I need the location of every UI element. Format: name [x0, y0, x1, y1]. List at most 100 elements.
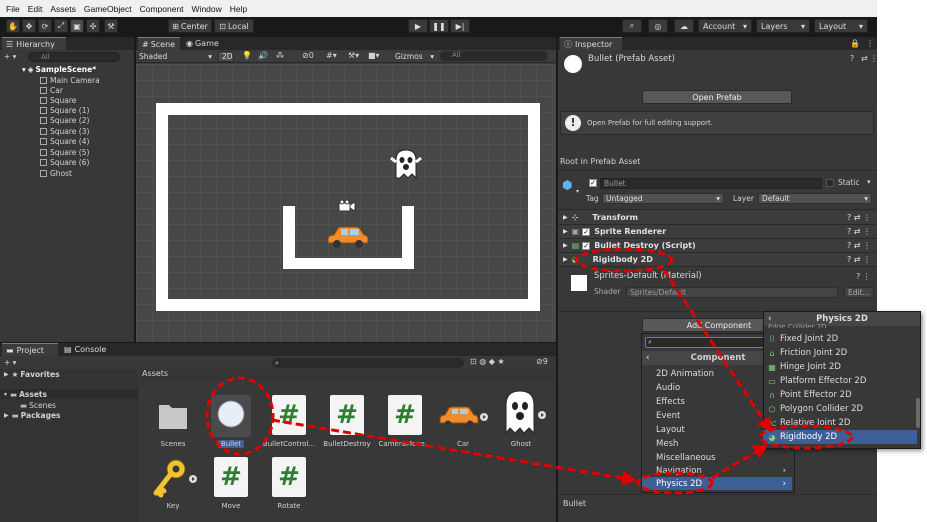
- wall-left[interactable]: [156, 103, 168, 311]
- asset-ghost[interactable]: Ghost: [492, 389, 550, 448]
- packages-item[interactable]: ▶ ▬ Packages: [4, 410, 61, 420]
- tab-console[interactable]: ▤ Console: [60, 343, 112, 356]
- menu-item-friction-joint-2d[interactable]: ⌂ Friction Joint 2D: [763, 346, 917, 360]
- menu-item-platform-effector-2d[interactable]: ▭ Platform Effector 2D: [763, 374, 917, 388]
- layout-dropdown[interactable]: Layout ▾: [814, 19, 868, 33]
- favorites-item[interactable]: ▶ ★ Favorites: [4, 369, 60, 379]
- menu-gameobject[interactable]: GameObject: [84, 4, 132, 14]
- component-menu-icon[interactable]: ? ⇄ ⋮: [847, 255, 871, 264]
- breadcrumb-assets[interactable]: Assets: [142, 369, 168, 378]
- transform-tool-icon[interactable]: ✣: [86, 19, 100, 33]
- menu-item-fixed-joint-2d[interactable]: ⌷ Fixed Joint 2D: [763, 332, 917, 346]
- hierarchy-item[interactable]: Square (3): [40, 126, 89, 136]
- play-button[interactable]: ▶: [408, 19, 428, 33]
- asset-key[interactable]: Key: [144, 457, 202, 510]
- tab-scene[interactable]: # Scene: [138, 37, 180, 50]
- component-menu-icon[interactable]: ? ⇄ ⋮: [847, 227, 871, 236]
- hierarchy-item[interactable]: Square (2): [40, 115, 89, 125]
- tag-dropdown[interactable]: Untagged ▾: [602, 193, 724, 204]
- pause-button[interactable]: ❚❚: [429, 19, 449, 33]
- scene-root[interactable]: ▾ ◈ SampleScene*: [22, 64, 96, 74]
- hierarchy-item[interactable]: Ghost: [40, 168, 72, 178]
- help-icon[interactable]: ?: [850, 54, 854, 63]
- component-transform[interactable]: ▶ ⊹ Transform ? ⇄ ⋮: [559, 211, 877, 225]
- scenes-folder-item[interactable]: ▬ Scenes: [20, 400, 56, 410]
- car-sprite[interactable]: [326, 225, 370, 249]
- rect-tool-icon[interactable]: ▣: [70, 19, 84, 33]
- camera-gizmo-icon[interactable]: [338, 200, 356, 212]
- menu-item-hinge-joint-2d[interactable]: ▦ Hinge Joint 2D: [763, 360, 917, 374]
- static-checkbox[interactable]: [826, 179, 834, 187]
- shader-dropdown[interactable]: Sprites/Default: [626, 287, 838, 298]
- shading-dropdown[interactable]: Shaded ▾: [136, 51, 214, 62]
- menu-window[interactable]: Window: [192, 4, 222, 14]
- open-prefab-button[interactable]: Open Prefab: [642, 90, 792, 104]
- tab-inspector[interactable]: ⓘ Inspector: [560, 37, 622, 50]
- settings-icon[interactable]: ⇄: [861, 54, 868, 63]
- asset-bullet[interactable]: Bullet: [202, 395, 260, 448]
- wall-bottom[interactable]: [156, 299, 540, 311]
- step-button[interactable]: ▶|: [450, 19, 470, 33]
- menu-item-relative-joint-2d[interactable]: ⌥ Relative Joint 2D: [763, 416, 917, 430]
- account-dropdown[interactable]: Account ▾: [698, 19, 752, 33]
- custom-tool-icon[interactable]: ⚒: [104, 19, 118, 33]
- collab-icon[interactable]: ◎: [648, 19, 668, 33]
- menu-item-navigation[interactable]: Navigation ›: [642, 464, 792, 477]
- active-checkbox[interactable]: ✓: [589, 179, 597, 187]
- search-icon[interactable]: ⌕: [622, 19, 642, 33]
- component-menu-icon[interactable]: ? ⇄ ⋮: [847, 213, 871, 222]
- tab-game[interactable]: ◉ Game: [182, 37, 226, 50]
- scale-tool-icon[interactable]: ⤢: [54, 19, 68, 33]
- asset-move[interactable]: # Move: [202, 457, 260, 510]
- menu-item-physics-2d[interactable]: Physics 2D ›: [642, 477, 792, 490]
- square-u-bottom[interactable]: [283, 258, 414, 269]
- grid-icon[interactable]: #▾: [326, 51, 337, 60]
- hierarchy-search-input[interactable]: All: [28, 52, 120, 62]
- effects-icon[interactable]: ⁂: [276, 51, 284, 60]
- hierarchy-item[interactable]: Square: [40, 95, 76, 105]
- component-enabled-checkbox[interactable]: ✓: [582, 241, 591, 250]
- hand-tool-icon[interactable]: ✋: [6, 19, 20, 33]
- menu-assets[interactable]: Assets: [50, 4, 76, 14]
- hierarchy-item[interactable]: Square (6): [40, 157, 89, 167]
- move-tool-icon[interactable]: ✥: [22, 19, 36, 33]
- menu-edit[interactable]: Edit: [28, 4, 43, 14]
- menu-item-rigidbody-2d[interactable]: ◕ Rigidbody 2D: [763, 430, 917, 444]
- hierarchy-item[interactable]: Main Camera: [40, 75, 100, 85]
- component-menu-icon[interactable]: ? ⇄ ⋮: [847, 241, 871, 250]
- menu-item-miscellaneous[interactable]: Miscellaneous: [642, 451, 792, 464]
- shader-edit-button[interactable]: Edit...: [844, 287, 874, 298]
- rotate-tool-icon[interactable]: ⟳: [38, 19, 52, 33]
- lock-icon[interactable]: 🔒: [850, 39, 860, 48]
- ghost-sprite[interactable]: [390, 148, 422, 180]
- hierarchy-item[interactable]: Car: [40, 85, 63, 95]
- menu-file[interactable]: File: [6, 4, 20, 14]
- scene-viewport[interactable]: [136, 64, 556, 342]
- layer-dropdown[interactable]: Default ▾: [758, 193, 872, 204]
- component-bullet-destroy[interactable]: ▶ ▤ ✓ Bullet Destroy (Script) ? ⇄ ⋮: [559, 239, 877, 253]
- camera-icon[interactable]: ■▾: [368, 51, 380, 60]
- space-local-button[interactable]: ⊡ Local: [214, 19, 254, 33]
- object-name-field[interactable]: Bullet: [600, 178, 822, 189]
- gizmos-dropdown[interactable]: Gizmos ▾: [392, 51, 436, 62]
- menu-item-polygon-collider-2d[interactable]: ⬠ Polygon Collider 2D: [763, 402, 917, 416]
- dropdown-arrow-icon[interactable]: ▾: [576, 188, 579, 195]
- help-icon[interactable]: ? ⋮: [856, 272, 871, 281]
- menu-help[interactable]: Help: [230, 4, 247, 14]
- hierarchy-item[interactable]: Square (4): [40, 136, 89, 146]
- asset-rotate[interactable]: # Rotate: [260, 457, 318, 510]
- more-options-icon[interactable]: ⋮: [870, 54, 877, 63]
- project-search-input[interactable]: ⌕: [272, 358, 464, 368]
- menu-component[interactable]: Component: [140, 4, 184, 14]
- mode-2d-toggle[interactable]: 2D: [218, 51, 234, 62]
- component-rigidbody-2d[interactable]: ▶ ◕ Rigidbody 2D ? ⇄ ⋮: [559, 253, 877, 267]
- asset-car[interactable]: Car: [434, 395, 492, 448]
- dropdown-arrow-icon[interactable]: ▾: [867, 178, 871, 186]
- hierarchy-item[interactable]: Square (5): [40, 147, 89, 157]
- assets-item[interactable]: ▾ ▬ Assets: [0, 389, 138, 399]
- hierarchy-item[interactable]: Square (1): [40, 105, 89, 115]
- project-filter-icons[interactable]: ⊡ ◍ ◆ ★: [470, 357, 505, 366]
- tab-hierarchy[interactable]: ☰ Hierarchy: [2, 37, 66, 50]
- audio-icon[interactable]: 🔊: [258, 51, 268, 60]
- component-enabled-checkbox[interactable]: ✓: [582, 227, 591, 236]
